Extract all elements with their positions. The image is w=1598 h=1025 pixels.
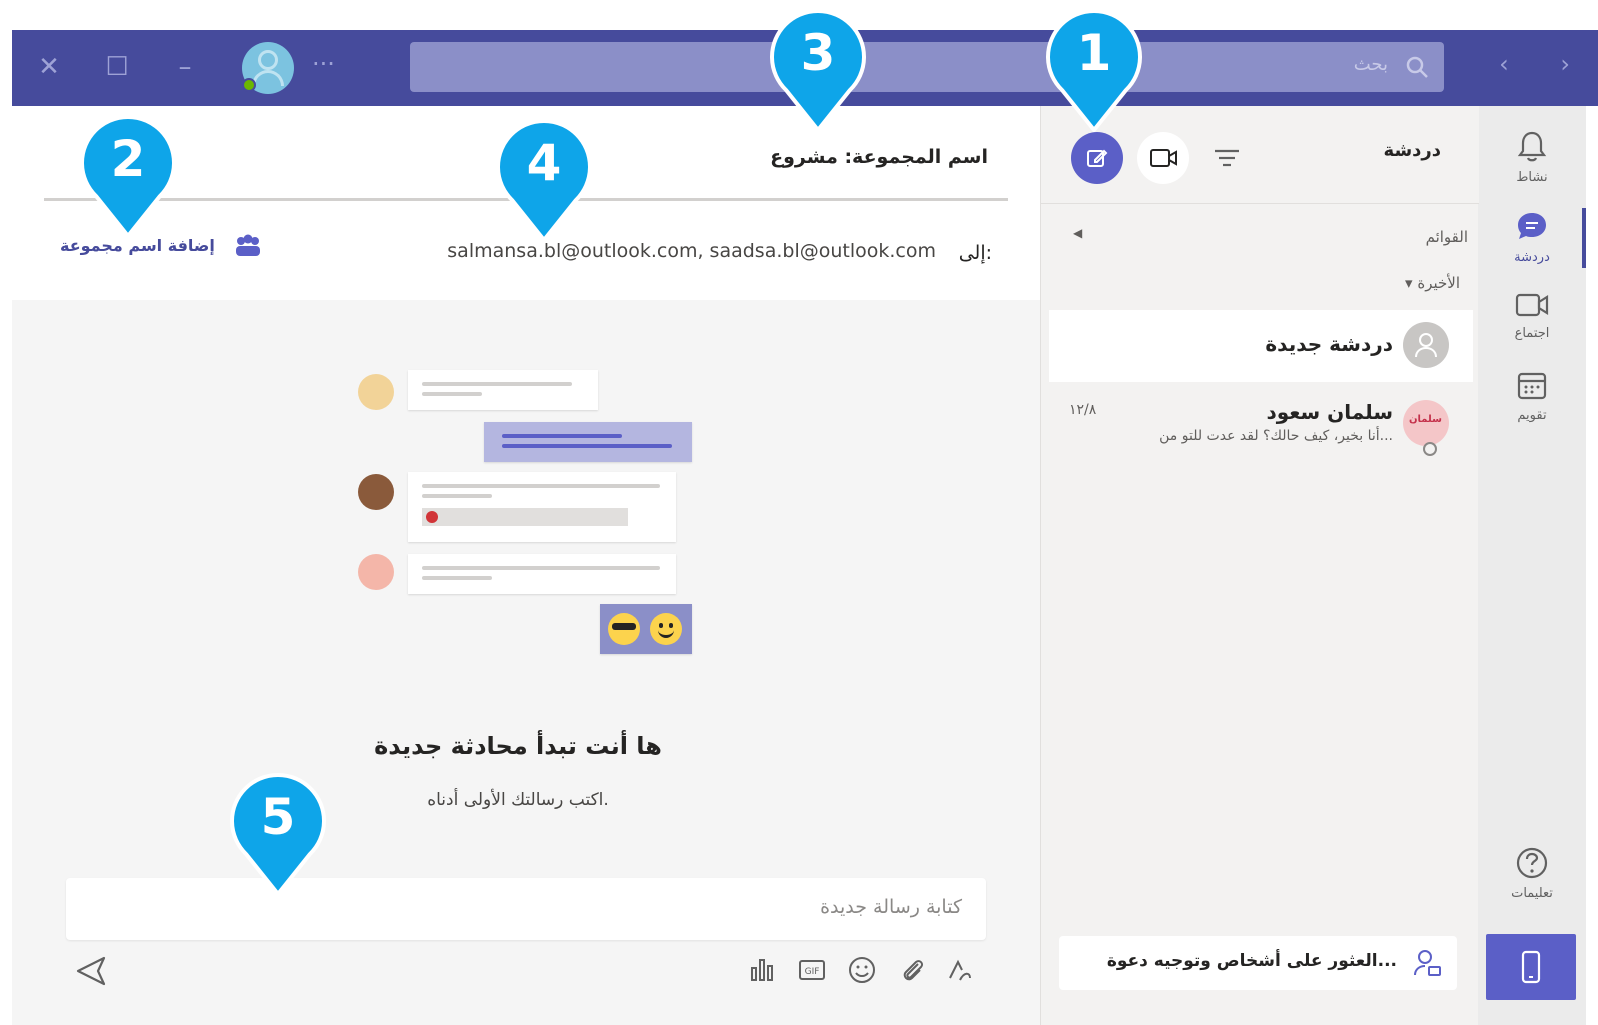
invite-people-label: العثور على أشخاص وتوجيه دعوة...	[1106, 951, 1397, 971]
callout-marker: 1	[1042, 6, 1146, 134]
compose-icon	[1087, 149, 1108, 167]
avatar	[358, 374, 394, 410]
collapse-caret-icon[interactable]: ◀	[1073, 226, 1082, 240]
chat-list-pane: دردشة ◀ القوائم ▾ الأخيرة دردشة جديدة سل…	[1040, 106, 1479, 1025]
rail-item-label: تعليمات	[1511, 886, 1553, 901]
empty-state-subtitle: اكتب رسالتك الأولى أدناه.	[427, 790, 609, 810]
more-options-icon[interactable]: ···	[312, 50, 335, 78]
profile-avatar[interactable]	[242, 42, 294, 94]
callout-marker: 2	[76, 112, 180, 240]
callout-marker: 4	[492, 116, 596, 244]
chat-name: دردشة جديدة	[1265, 332, 1393, 356]
filter-icon	[1215, 149, 1239, 167]
format-icon[interactable]	[944, 954, 976, 986]
avatar	[1403, 322, 1449, 368]
person-icon	[1415, 333, 1437, 358]
filter-button[interactable]	[1205, 136, 1249, 180]
to-label: إلى:	[958, 242, 992, 264]
search-placeholder: بحث	[1353, 54, 1388, 75]
compose-placeholder: كتابة رسالة جديدة	[820, 896, 962, 918]
app-rail: نشاط دردشة اجتماع تقويم تعليمات	[1478, 106, 1586, 1025]
recipients-field[interactable]: salmansa.bl@outlook.com, saadsa.bl@outlo…	[447, 240, 936, 262]
emoji-cool-icon	[608, 613, 640, 645]
new-conversation-illustration	[352, 364, 702, 664]
conversation-pane: اسم المجموعة: مشروع إلى: salmansa.bl@out…	[12, 106, 1040, 1025]
rail-item-label: اجتماع	[1514, 326, 1550, 341]
search-input[interactable]: بحث	[410, 42, 1444, 92]
rail-item-label: تقويم	[1517, 408, 1547, 423]
callout-marker: 5	[226, 770, 330, 898]
phone-icon	[1521, 950, 1541, 984]
chat-preview: أنا بخير، كيف حالك؟ لقد عدت للتو من...	[1159, 428, 1393, 444]
rail-item-meet[interactable]: اجتماع	[1478, 278, 1586, 358]
svg-text:GIF: GIF	[805, 967, 820, 977]
video-icon	[1150, 149, 1177, 167]
rail-item-help[interactable]: تعليمات	[1478, 834, 1586, 914]
group-icon[interactable]	[232, 232, 264, 260]
chat-list-item-new[interactable]: دردشة جديدة	[1049, 310, 1473, 382]
presence-status-icon	[1423, 442, 1437, 456]
help-icon	[1516, 847, 1548, 879]
navigation-arrows[interactable]: ‹ ›	[1499, 50, 1592, 78]
rail-item-chat[interactable]: دردشة	[1478, 198, 1586, 278]
bell-icon	[1517, 131, 1547, 162]
pinned-section-label[interactable]: القوائم	[1426, 228, 1468, 246]
emoji-icon[interactable]	[846, 954, 878, 986]
chat-timestamp: ١٢/٨	[1069, 402, 1097, 418]
send-icon[interactable]	[74, 954, 108, 988]
add-person-icon	[1414, 950, 1441, 976]
rail-item-label: نشاط	[1516, 170, 1548, 185]
group-name-field[interactable]: اسم المجموعة: مشروع	[770, 146, 988, 168]
chat-list-title: دردشة	[1383, 140, 1441, 161]
callout-marker: 3	[766, 6, 870, 134]
mobile-app-button[interactable]	[1486, 934, 1576, 1000]
video-icon	[1515, 293, 1549, 317]
rail-item-activity[interactable]: نشاط	[1478, 118, 1586, 198]
message-compose-box[interactable]: كتابة رسالة جديدة	[66, 878, 986, 940]
presence-status-icon	[242, 78, 256, 92]
invite-people-button[interactable]: العثور على أشخاص وتوجيه دعوة...	[1059, 936, 1457, 990]
gif-icon[interactable]: GIF	[796, 954, 828, 986]
empty-state-title: ها أنت تبدأ محادثة جديدة	[374, 732, 662, 760]
recent-section-label[interactable]: ▾ الأخيرة	[1405, 274, 1460, 292]
close-icon[interactable]: ✕	[32, 50, 66, 84]
search-icon	[1406, 56, 1428, 78]
minimize-icon[interactable]: –	[168, 50, 202, 84]
maximize-icon[interactable]: ☐	[100, 50, 134, 84]
calendar-icon	[1517, 372, 1547, 400]
avatar	[358, 554, 394, 590]
chat-name: سلمان سعود	[1266, 400, 1393, 424]
emoji-smile-icon	[650, 613, 682, 645]
attach-icon[interactable]	[896, 954, 928, 986]
avatar: سلمان	[1403, 400, 1449, 446]
rail-item-calendar[interactable]: تقويم	[1478, 358, 1586, 438]
chat-list-item-salman[interactable]: سلمان سعود أنا بخير، كيف حالك؟ لقد عدت ل…	[1049, 390, 1473, 462]
meet-now-button[interactable]	[1137, 132, 1189, 184]
chat-icon	[1518, 213, 1546, 239]
avatar	[358, 474, 394, 510]
rail-item-label: دردشة	[1514, 250, 1550, 265]
new-chat-button[interactable]	[1071, 132, 1123, 184]
poll-icon[interactable]	[746, 954, 778, 986]
add-group-name-link[interactable]: إضافة اسم مجموعة	[60, 236, 215, 255]
